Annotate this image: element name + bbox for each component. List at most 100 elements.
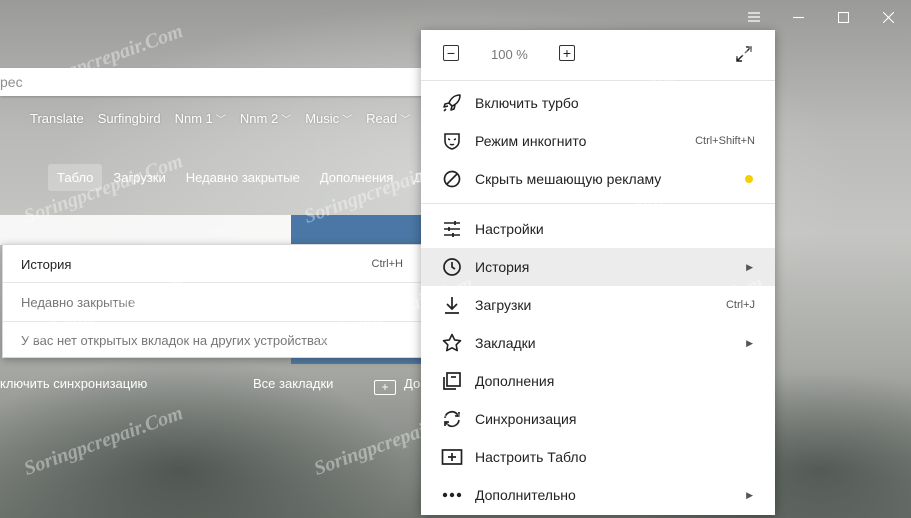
rocket-icon: [441, 92, 463, 114]
bookmark-folder-read[interactable]: Read ﹀: [366, 111, 410, 126]
menu-item-more[interactable]: Дополнительно ▶: [421, 476, 775, 514]
tab-label: Недавно закрытые: [185, 170, 300, 185]
block-ads-icon: [441, 168, 463, 190]
tile-blue[interactable]: [291, 215, 426, 245]
submenu-arrow-icon: ▶: [746, 261, 753, 272]
tab-recently-closed[interactable]: Недавно закрытые: [177, 164, 309, 191]
menu-item-incognito[interactable]: Режим инкогнито Ctrl+Shift+N: [421, 122, 775, 160]
menu-item-shortcut: Ctrl+J: [725, 299, 755, 311]
menu-item-shortcut: Ctrl+Shift+N: [695, 135, 755, 147]
bookmark-label: Music: [305, 111, 340, 126]
divider: [421, 203, 775, 204]
enable-sync-link[interactable]: ключить синхронизацию: [0, 376, 147, 391]
bookmark-label: Surfingbird: [97, 111, 161, 126]
menu-item-label: Включить турбо: [475, 95, 579, 111]
zoom-in-button[interactable]: +: [559, 45, 575, 61]
address-bar[interactable]: рес: [0, 68, 425, 96]
address-placeholder: рес: [0, 74, 23, 90]
menu-item-block-ads[interactable]: Скрыть мешающую рекламу: [421, 160, 775, 198]
tab-label: Дополнения: [319, 170, 394, 185]
bookmark-surfingbird[interactable]: Surfingbird: [98, 111, 161, 126]
browser-menu-button[interactable]: [731, 0, 776, 34]
submenu-recently-closed[interactable]: Недавно закрытые: [3, 283, 423, 321]
all-bookmarks-link[interactable]: Все закладки: [253, 376, 333, 391]
download-arrow-icon: [441, 294, 463, 316]
menu-item-history[interactable]: История ▶: [421, 248, 775, 286]
menu-item-label: Режим инкогнито: [475, 133, 587, 149]
bookmark-label: Nnm 2: [239, 111, 279, 126]
menu-item-extensions[interactable]: Дополнения: [421, 362, 775, 400]
tab-extensions[interactable]: Дополнения: [311, 164, 403, 191]
add-tile-icon: [441, 446, 463, 468]
submenu-history-label: История: [21, 256, 72, 272]
submenu-history-shortcut: Ctrl+H: [371, 258, 403, 270]
clock-icon: [441, 256, 463, 278]
bookmark-translate[interactable]: Translate: [30, 111, 84, 126]
incognito-mask-icon: [441, 130, 463, 152]
submenu-arrow-icon: ▶: [746, 489, 753, 500]
plus-icon: +: [562, 45, 572, 61]
menu-item-bookmarks[interactable]: Закладки ▶: [421, 324, 775, 362]
window-controls: [731, 0, 911, 34]
menu-item-label: Закладки: [475, 335, 536, 351]
menu-item-sync[interactable]: Синхронизация: [421, 400, 775, 438]
watermark: Soringpcrepair.Com: [21, 402, 186, 480]
ads-indicator-dot: [745, 175, 753, 183]
bookmarks-bar: Translate Surfingbird Nnm 1 ﹀ Nnm 2 ﹀ Musi…: [30, 111, 424, 126]
history-submenu: История Ctrl+H Недавно закрытые У вас не…: [2, 244, 424, 358]
add-tile-icon[interactable]: +: [374, 380, 396, 395]
minimize-icon: [793, 16, 804, 18]
minus-icon: −: [446, 45, 456, 61]
menu-item-label: Дополнительно: [475, 487, 576, 503]
extensions-icon: [441, 370, 463, 392]
menu-item-label: Дополнения: [475, 373, 555, 389]
menu-item-label: Синхронизация: [475, 411, 577, 427]
hamburger-icon: [747, 12, 760, 22]
bookmark-folder-music[interactable]: Music ﹀: [305, 111, 352, 126]
submenu-arrow-icon: ▶: [746, 337, 753, 348]
zoom-out-button[interactable]: −: [443, 45, 459, 61]
bookmark-label: Translate: [30, 111, 84, 126]
chevron-down-icon: ﹀: [215, 115, 226, 126]
zoom-row: − 100 % +: [421, 30, 775, 78]
tab-tablo[interactable]: Табло: [48, 164, 103, 191]
tab-label: Табло: [57, 170, 94, 185]
bookmark-folder-nnm1[interactable]: Nnm 1 ﹀: [175, 111, 226, 126]
submenu-history[interactable]: История Ctrl+H: [3, 245, 423, 283]
fullscreen-icon[interactable]: [736, 46, 752, 62]
divider: [421, 80, 775, 81]
close-window-button[interactable]: [866, 0, 911, 34]
bookmark-folder-nnm2[interactable]: Nnm 2 ﹀: [240, 111, 291, 126]
submenu-no-tabs-note: У вас нет открытых вкладок на других уст…: [3, 322, 423, 358]
bookmark-label: Read: [366, 111, 398, 126]
menu-item-settings[interactable]: Настройки: [421, 210, 775, 248]
chevron-down-icon: ﹀: [281, 115, 292, 126]
zoom-level: 100 %: [491, 47, 528, 62]
chevron-down-icon: ﹀: [400, 115, 411, 126]
maximize-button[interactable]: [821, 0, 866, 34]
menu-item-label: Скрыть мешающую рекламу: [475, 171, 662, 187]
tablo-tabs: Табло Загрузки Недавно закрытые Дополнен…: [48, 164, 433, 191]
close-icon: [883, 11, 894, 23]
menu-item-label: История: [475, 259, 530, 275]
tab-label: Загрузки: [113, 170, 166, 185]
minimize-button[interactable]: [776, 0, 821, 34]
add-link[interactable]: До: [404, 376, 420, 391]
browser-main-menu: − 100 % + Включить турбо Режим инкогнито…: [421, 30, 775, 515]
menu-item-label: Настройки: [475, 221, 544, 237]
more-dots-icon: [441, 484, 463, 506]
settings-sliders-icon: [441, 218, 463, 240]
bookmark-label: Nnm 1: [174, 111, 213, 126]
maximize-icon: [838, 11, 849, 23]
menu-item-label: Настроить Табло: [475, 449, 587, 465]
menu-item-turbo[interactable]: Включить турбо: [421, 84, 775, 122]
star-icon: [441, 332, 463, 354]
submenu-no-tabs-label: У вас нет открытых вкладок на других уст…: [21, 332, 328, 348]
menu-item-label: Загрузки: [475, 297, 532, 313]
chevron-down-icon: ﹀: [342, 115, 353, 126]
menu-item-downloads[interactable]: Загрузки Ctrl+J: [421, 286, 775, 324]
menu-item-customize-tablo[interactable]: Настроить Табло: [421, 438, 775, 476]
tab-downloads[interactable]: Загрузки: [104, 164, 174, 191]
submenu-recently-closed-label: Недавно закрытые: [21, 294, 136, 310]
tile-strip: [0, 215, 291, 245]
